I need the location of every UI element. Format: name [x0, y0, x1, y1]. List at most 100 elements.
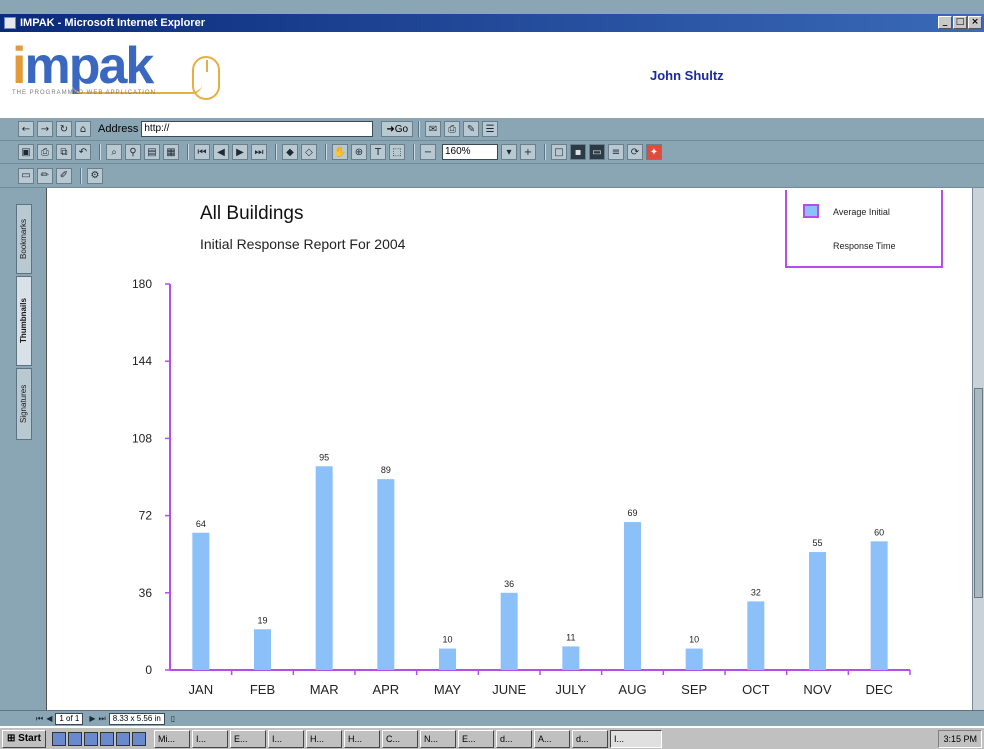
graphics-select-icon[interactable]: ⬚	[389, 144, 405, 160]
legend-label-line2: Response Time	[833, 241, 896, 251]
tab-thumbnails[interactable]: Thumbnails	[16, 276, 32, 366]
quick-launch-icon[interactable]	[67, 731, 82, 746]
page-indicator[interactable]: 1 of 1	[55, 712, 84, 725]
copy-icon[interactable]: ⧉	[56, 144, 72, 160]
go-button[interactable]: ➜ Go	[381, 121, 414, 137]
annotation-toolbar: ▭ ✏ ✐ ⚙	[0, 164, 984, 188]
toolbar-separator	[275, 144, 277, 160]
zoom-tool-icon[interactable]: ⊕	[351, 144, 367, 160]
toolbar-separator	[187, 144, 189, 160]
taskbar-item[interactable]: I...	[191, 729, 228, 748]
page-header: impak THE PROGRAMMED WEB APPLICATION Joh…	[0, 32, 984, 118]
home-icon[interactable]: ⌂	[75, 121, 91, 137]
address-input[interactable]: http://	[141, 121, 374, 137]
taskbar-item[interactable]: H...	[305, 729, 342, 748]
taskbar-item[interactable]: H...	[343, 729, 380, 748]
discuss-icon[interactable]: ☰	[482, 121, 499, 137]
back-icon[interactable]: ←	[18, 121, 34, 137]
taskbar-item[interactable]: E...	[457, 729, 494, 748]
zoom-in-icon[interactable]: +	[520, 144, 536, 160]
print-pdf-icon[interactable]: ⎙	[37, 144, 53, 160]
scrollbar-thumb[interactable]	[974, 388, 983, 598]
pdf-toolbar: ▣ ⎙ ⧉ ↶ ⌕ ⚲ ▤ ▦ ⏮ ◀ ▶ ⏭ ◆ ◇ ✋ ⊕ T ⬚ − 16…	[0, 141, 984, 164]
quick-launch-icon[interactable]	[131, 731, 146, 746]
reflow-icon[interactable]: ≡	[608, 144, 624, 160]
fit-width-icon[interactable]: ▭	[589, 144, 605, 160]
pencil-icon[interactable]: ✏	[37, 167, 53, 184]
toolbar-separator	[325, 144, 327, 160]
tab-signatures[interactable]: Signatures	[16, 368, 32, 440]
taskbar-item[interactable]: I...	[267, 729, 304, 748]
logo-tagline: THE PROGRAMMED WEB APPLICATION	[12, 90, 156, 96]
text-select-icon[interactable]: T	[370, 144, 386, 160]
next-view-icon[interactable]: ◇	[301, 144, 317, 160]
rotate-icon[interactable]: ⟳	[627, 144, 643, 160]
taskbar-item[interactable]: N...	[419, 729, 456, 748]
start-button[interactable]: ⊞ Start	[2, 729, 46, 748]
taskbar-item[interactable]: d...	[571, 729, 608, 748]
window-title: IMPAK - Microsoft Internet Explorer	[20, 17, 205, 29]
next-page-icon[interactable]: ▶	[232, 144, 248, 160]
adobe-online-icon[interactable]: ✦	[646, 144, 662, 160]
side-panel: Bookmarks Thumbnails Signatures	[0, 188, 46, 710]
window-controls: _ □ ×	[938, 16, 982, 29]
toolbar-separator	[413, 144, 415, 160]
quick-launch-icon[interactable]	[51, 731, 66, 746]
legend-swatch	[803, 204, 819, 218]
toolbar-separator	[418, 121, 421, 137]
taskbar-item[interactable]: I...	[609, 729, 662, 748]
fit-window-icon[interactable]: ▪	[570, 144, 586, 160]
note-icon[interactable]: ▭	[18, 167, 34, 184]
refresh-icon[interactable]: ↻	[56, 121, 72, 137]
quick-launch-icon[interactable]	[99, 731, 114, 746]
search-icon[interactable]: ⚲	[125, 144, 141, 160]
zoom-dropdown-icon[interactable]: ▾	[501, 144, 517, 160]
save-icon[interactable]: ▣	[18, 144, 34, 160]
stamp-icon[interactable]: ⚙	[87, 167, 103, 184]
chart-legend: Average Initial Response Time	[785, 190, 943, 268]
fit-page-icon[interactable]: ▤	[144, 144, 160, 160]
taskbar-item[interactable]: A...	[533, 729, 570, 748]
vertical-scrollbar[interactable]	[972, 188, 984, 710]
print-icon[interactable]: ⎙	[444, 121, 461, 137]
hand-tool-icon[interactable]: ✋	[332, 144, 348, 160]
title-bar: IMPAK - Microsoft Internet Explorer _ □ …	[0, 14, 984, 32]
maximize-button[interactable]: □	[953, 16, 967, 29]
taskbar-item[interactable]: E...	[229, 729, 266, 748]
tab-bookmarks[interactable]: Bookmarks	[16, 204, 32, 274]
chart-subtitle: Initial Response Report For 2004	[200, 236, 406, 252]
first-page-status-icon[interactable]: ⏮	[36, 714, 43, 724]
taskbar-item[interactable]: d...	[495, 729, 532, 748]
page-layout-icon[interactable]: ▯	[171, 714, 175, 723]
zoom-level-input[interactable]: 160%	[442, 144, 498, 160]
taskbar-item[interactable]: Mi...	[153, 729, 190, 748]
thumbnail-icon[interactable]: ▦	[163, 144, 179, 160]
impak-logo[interactable]: impak THE PROGRAMMED WEB APPLICATION	[12, 36, 222, 112]
first-page-icon[interactable]: ⏮	[194, 144, 210, 160]
minimize-button[interactable]: _	[938, 16, 952, 29]
user-name: John Shultz	[650, 68, 724, 83]
edit-icon[interactable]: ✎	[463, 121, 480, 137]
quick-launch-icon[interactable]	[83, 731, 98, 746]
zoom-out-icon[interactable]: −	[420, 144, 436, 160]
quick-launch-icon[interactable]	[115, 731, 130, 746]
taskbar-item[interactable]: C...	[381, 729, 418, 748]
last-page-icon[interactable]: ⏭	[251, 144, 267, 160]
windows-taskbar: ⊞ Start Mi... I... E... I... H... H... C... N..…	[0, 726, 984, 749]
legend-label-line1: Average Initial	[833, 207, 890, 217]
highlight-icon[interactable]: ✐	[56, 167, 72, 184]
mail-icon[interactable]: ✉	[425, 121, 442, 137]
page-size-indicator: 8.33 x 5.56 in	[108, 712, 165, 725]
undo-icon[interactable]: ↶	[75, 144, 91, 160]
previous-view-icon[interactable]: ◆	[282, 144, 298, 160]
next-page-status-icon[interactable]: ▶	[89, 714, 95, 723]
prev-page-icon[interactable]: ◀	[213, 144, 229, 160]
close-button[interactable]: ×	[968, 16, 982, 29]
forward-icon[interactable]: →	[37, 121, 53, 137]
system-clock: 3:15 PM	[938, 729, 982, 748]
actual-size-icon[interactable]: □	[551, 144, 567, 160]
ie-app-icon	[4, 17, 16, 29]
find-icon[interactable]: ⌕	[106, 144, 122, 160]
prev-page-status-icon[interactable]: ◀	[46, 714, 52, 723]
last-page-status-icon[interactable]: ⏭	[99, 714, 106, 724]
